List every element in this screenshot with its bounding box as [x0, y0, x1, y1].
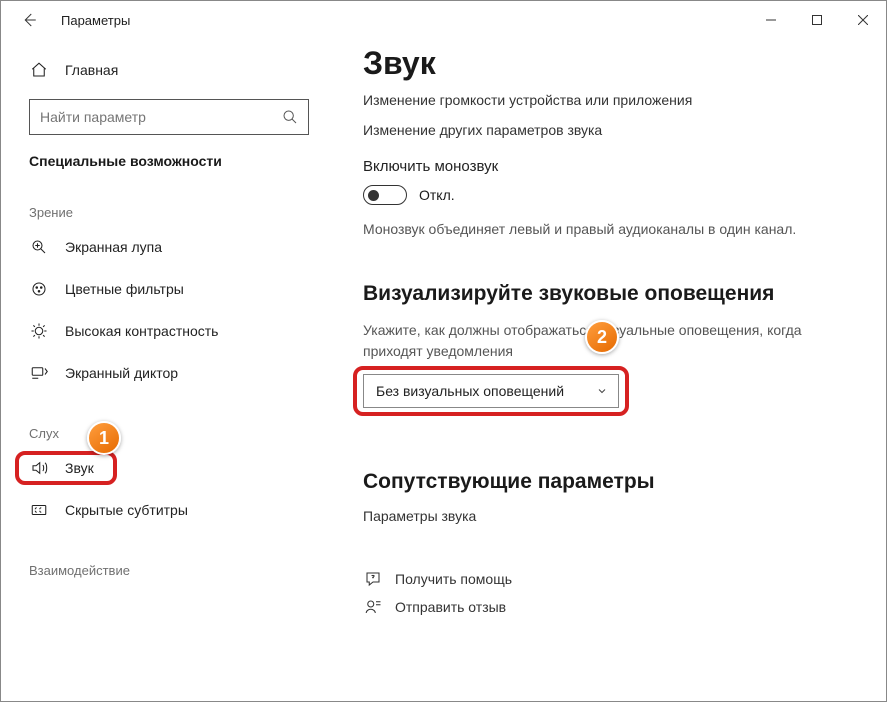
related-heading: Сопутствующие параметры [363, 470, 866, 494]
annotation-callout-2: 2 [585, 320, 619, 354]
help-label: Получить помощь [395, 571, 512, 587]
mono-toggle[interactable] [363, 185, 407, 205]
sidebar: Главная Специальные возможности Зрение Э… [1, 39, 323, 701]
sidebar-home[interactable]: Главная [1, 51, 323, 89]
mono-heading: Включить монозвук [363, 158, 866, 175]
sidebar-item-sound[interactable]: Звук 1 [1, 447, 323, 489]
sidebar-item-color-filters[interactable]: Цветные фильтры [1, 268, 323, 310]
minimize-button[interactable] [748, 4, 794, 36]
sidebar-item-label: Экранный диктор [65, 365, 178, 381]
visual-alerts-description: Укажите, как должны отображаться визуаль… [363, 320, 803, 362]
sidebar-item-label: Скрытые субтитры [65, 502, 188, 518]
search-input[interactable] [40, 109, 282, 125]
search-icon [282, 109, 298, 125]
annotation-highlight-1 [15, 451, 117, 485]
sidebar-item-label: Цветные фильтры [65, 281, 184, 297]
search-box[interactable] [29, 99, 309, 135]
visual-alerts-dropdown[interactable]: Без визуальных оповещений [363, 374, 619, 408]
captions-icon [29, 501, 49, 519]
feedback-icon [363, 598, 383, 616]
chevron-down-icon [596, 385, 608, 397]
dropdown-selected-value: Без визуальных оповещений [376, 383, 564, 399]
magnifier-icon [29, 238, 49, 256]
mono-description: Монозвук объединяет левый и правый аудио… [363, 219, 866, 240]
sidebar-item-label: Высокая контрастность [65, 323, 218, 339]
sidebar-item-narrator[interactable]: Экранный диктор [1, 352, 323, 394]
link-sound-settings[interactable]: Параметры звука [363, 508, 866, 524]
link-change-other[interactable]: Изменение других параметров звука [363, 122, 866, 138]
sidebar-home-label: Главная [65, 62, 118, 78]
visual-alerts-heading: Визуализируйте звуковые оповещения [363, 282, 866, 306]
annotation-callout-1: 1 [87, 421, 121, 455]
sidebar-item-label: Экранная лупа [65, 239, 162, 255]
group-vision-label: Зрение [1, 191, 323, 226]
close-button[interactable] [840, 4, 886, 36]
maximize-button[interactable] [794, 4, 840, 36]
link-send-feedback[interactable]: Отправить отзыв [363, 598, 866, 616]
window-title: Параметры [61, 13, 130, 28]
sidebar-item-captions[interactable]: Скрытые субтитры [1, 489, 323, 531]
help-icon [363, 570, 383, 588]
back-button[interactable] [15, 6, 43, 34]
group-interaction-label: Взаимодействие [1, 531, 323, 584]
window-controls [748, 4, 886, 36]
home-icon [29, 61, 49, 79]
mono-toggle-state: Откл. [419, 187, 455, 203]
link-get-help[interactable]: Получить помощь [363, 570, 866, 588]
feedback-label: Отправить отзыв [395, 599, 506, 615]
main-content: Звук Изменение громкости устройства или … [323, 39, 886, 701]
group-hearing-label: Слух [1, 394, 323, 447]
sidebar-category: Специальные возможности [1, 149, 323, 191]
high-contrast-icon [29, 322, 49, 340]
sidebar-item-magnifier[interactable]: Экранная лупа [1, 226, 323, 268]
color-filters-icon [29, 280, 49, 298]
title-bar: Параметры [1, 1, 886, 39]
sidebar-item-high-contrast[interactable]: Высокая контрастность [1, 310, 323, 352]
link-change-volume[interactable]: Изменение громкости устройства или прило… [363, 92, 866, 108]
page-title: Звук [363, 45, 866, 82]
narrator-icon [29, 364, 49, 382]
